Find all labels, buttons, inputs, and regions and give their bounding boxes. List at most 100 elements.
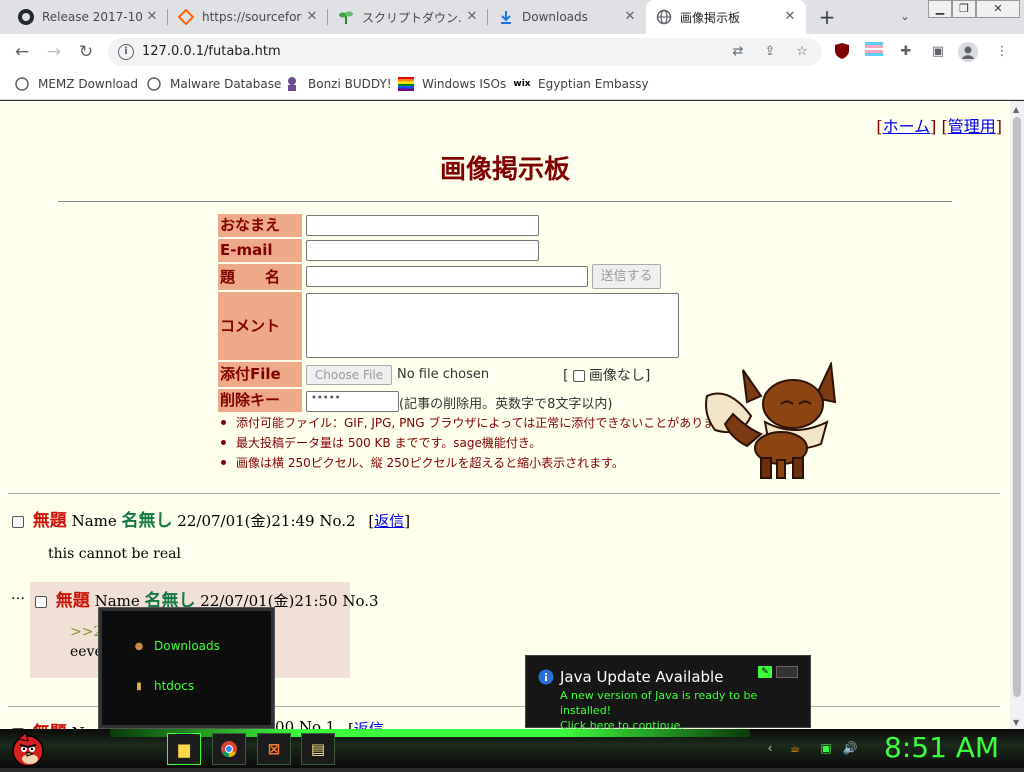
file-explorer-task[interactable]: ▆ <box>167 733 201 765</box>
upload-notes: 添付可能ファイル：GIF, JPG, PNG ブラウザによっては正常に添付できな… <box>218 414 738 474</box>
eevee-sprite <box>703 360 839 486</box>
subject-input[interactable] <box>306 266 588 287</box>
translate-icon[interactable]: ⇄ <box>728 42 748 62</box>
post-checkbox[interactable] <box>12 516 24 528</box>
reply-link[interactable]: 返信 <box>354 720 384 729</box>
java-update-notification[interactable]: Java Update Available ✎ A new version of… <box>525 655 811 732</box>
notification-title: Java Update Available <box>560 668 724 686</box>
bookmark-memz[interactable]: MEMZ Download <box>14 76 138 92</box>
tab-downloads[interactable]: Downloads ✕ <box>488 0 646 34</box>
close-icon[interactable]: ✕ <box>622 9 638 25</box>
file-label: 添付File <box>218 362 302 387</box>
bookmarks-bar: MEMZ Download Malware Database Bonzi BUD… <box>0 70 1024 100</box>
scroll-down-icon[interactable]: ▼ <box>1013 718 1019 727</box>
minimize-button[interactable]: ▁ <box>928 0 952 18</box>
taskbar-jump-list: ● Downloads ▮ htdocs <box>99 608 274 728</box>
url-text[interactable]: 127.0.0.1/futaba.htm <box>142 44 281 59</box>
close-icon[interactable]: ✕ <box>464 9 480 25</box>
no-image-checkbox[interactable] <box>572 370 585 382</box>
wix-icon: wix <box>513 79 531 89</box>
divider <box>8 493 1000 494</box>
restore-button[interactable]: ❐ <box>952 0 976 18</box>
star-icon[interactable]: ☆ <box>792 42 812 62</box>
reply-link-wrap: [返信 <box>348 718 384 729</box>
divider <box>58 201 952 202</box>
delete-key-note: (記事の削除用。英数字で8文字以内) <box>399 397 613 412</box>
post-datetime: :00 No.1 <box>270 718 336 729</box>
start-button[interactable] <box>8 729 48 772</box>
bookmark-bonzi-buddy[interactable]: Bonzi BUDDY! <box>284 76 392 92</box>
chrome-task[interactable] <box>212 733 246 765</box>
address-bar[interactable]: i 127.0.0.1/futaba.htm ⇄ ⇪ ☆ <box>108 38 822 66</box>
close-icon[interactable]: ✕ <box>304 9 320 25</box>
sidepanel-icon[interactable]: ▣ <box>928 42 948 62</box>
reply-dots: … <box>11 587 25 603</box>
tab-sourceforge[interactable]: https://sourceforg... ✕ <box>168 0 328 34</box>
delete-key-label: 削除キー <box>218 389 302 412</box>
name-input[interactable] <box>306 215 539 236</box>
forward-button[interactable]: → <box>42 40 66 64</box>
new-tab-button[interactable]: + <box>816 6 838 28</box>
email-input[interactable] <box>306 240 539 261</box>
info-icon <box>538 669 554 689</box>
tab-image-board[interactable]: 画像掲示板 ✕ <box>646 0 806 34</box>
note-item: 最大投稿データ量は 500 KB までです。sage機能付き。 <box>218 434 738 454</box>
jumplist-item-htdocs[interactable]: ▮ htdocs <box>132 679 194 693</box>
back-button[interactable]: ← <box>10 40 34 64</box>
reply-quote[interactable]: >>2 <box>70 624 102 640</box>
scrollbar[interactable]: ▲ ▼ <box>1010 101 1024 729</box>
admin-link[interactable]: 管理用 <box>948 117 996 136</box>
close-icon[interactable]: ✕ <box>782 9 798 25</box>
angry-bird-icon <box>12 732 44 767</box>
browser-window: Release 2017-10-... ✕ https://sourceforg… <box>0 0 1024 768</box>
jumplist-item-downloads[interactable]: ● Downloads <box>132 639 220 653</box>
bookmark-windows-isos[interactable]: Windows ISOs <box>398 76 506 92</box>
notepad-task[interactable]: ▤ <box>301 733 335 765</box>
file-status: No file chosen <box>397 367 490 382</box>
profile-icon[interactable] <box>958 42 978 62</box>
xampp-task[interactable]: ⊠ <box>257 733 291 765</box>
reload-button[interactable]: ↻ <box>74 40 98 64</box>
browser-toolbar: ← → ↻ i 127.0.0.1/futaba.htm ⇄ ⇪ ☆ ✚ ▣ ⋮ <box>0 34 1024 70</box>
taskbar-clock[interactable]: 8:51 AM <box>884 731 999 764</box>
subject-label: 題 名 <box>218 264 302 290</box>
choose-file-button[interactable]: Choose File <box>306 365 392 385</box>
close-notification-button[interactable] <box>776 666 798 678</box>
info-icon[interactable]: i <box>118 44 134 60</box>
tab-script-download[interactable]: スクリプトダウン... ✕ <box>328 0 488 34</box>
reply-link[interactable]: 返信 <box>374 512 404 530</box>
close-window-button[interactable]: ✕ <box>976 0 1020 18</box>
share-icon[interactable]: ⇪ <box>760 42 780 62</box>
close-icon[interactable]: ✕ <box>144 9 160 25</box>
download-icon <box>498 9 514 25</box>
extension-flag-icon[interactable] <box>864 42 884 62</box>
ublock-icon[interactable] <box>832 42 852 62</box>
github-icon <box>18 9 34 25</box>
chevron-up-icon[interactable]: ‹ <box>762 740 778 756</box>
post-body: this cannot be real <box>48 546 181 562</box>
menu-icon[interactable]: ⋮ <box>992 42 1012 62</box>
submit-button[interactable]: 送信する <box>592 264 661 289</box>
note-item: 画像は横 250ピクセル、縦 250ピクセルを超えると縮小表示されます。 <box>218 454 738 474</box>
chrome-icon <box>221 741 237 758</box>
settings-icon[interactable]: ✎ <box>758 666 772 678</box>
downloads-folder-icon: ● <box>134 640 144 652</box>
scroll-up-icon[interactable]: ▲ <box>1013 105 1019 114</box>
notepad-icon: ▤ <box>310 740 326 758</box>
comment-label: コメント <box>218 292 302 360</box>
scrollbar-thumb[interactable] <box>1013 117 1021 697</box>
volume-icon[interactable]: 🔊 <box>842 740 858 756</box>
top-links: [ホーム] [管理用] <box>876 117 1002 136</box>
tab-github-release[interactable]: Release 2017-10-... ✕ <box>8 0 168 34</box>
network-icon[interactable]: ▣ <box>818 740 834 756</box>
folder-icon: ▮ <box>136 680 142 692</box>
java-tray-icon[interactable]: ☕ <box>787 740 803 756</box>
home-link[interactable]: ホーム <box>883 117 931 136</box>
chevron-down-icon[interactable]: ⌄ <box>896 8 914 26</box>
delete-key-input[interactable]: ••••• <box>306 391 399 412</box>
comment-textarea[interactable] <box>306 293 679 358</box>
bookmark-egyptian-embassy[interactable]: wix Egyptian Embassy <box>513 76 648 92</box>
puzzle-icon[interactable]: ✚ <box>896 42 916 62</box>
post-checkbox[interactable] <box>35 596 47 608</box>
bookmark-malware-database[interactable]: Malware Database <box>146 76 281 92</box>
